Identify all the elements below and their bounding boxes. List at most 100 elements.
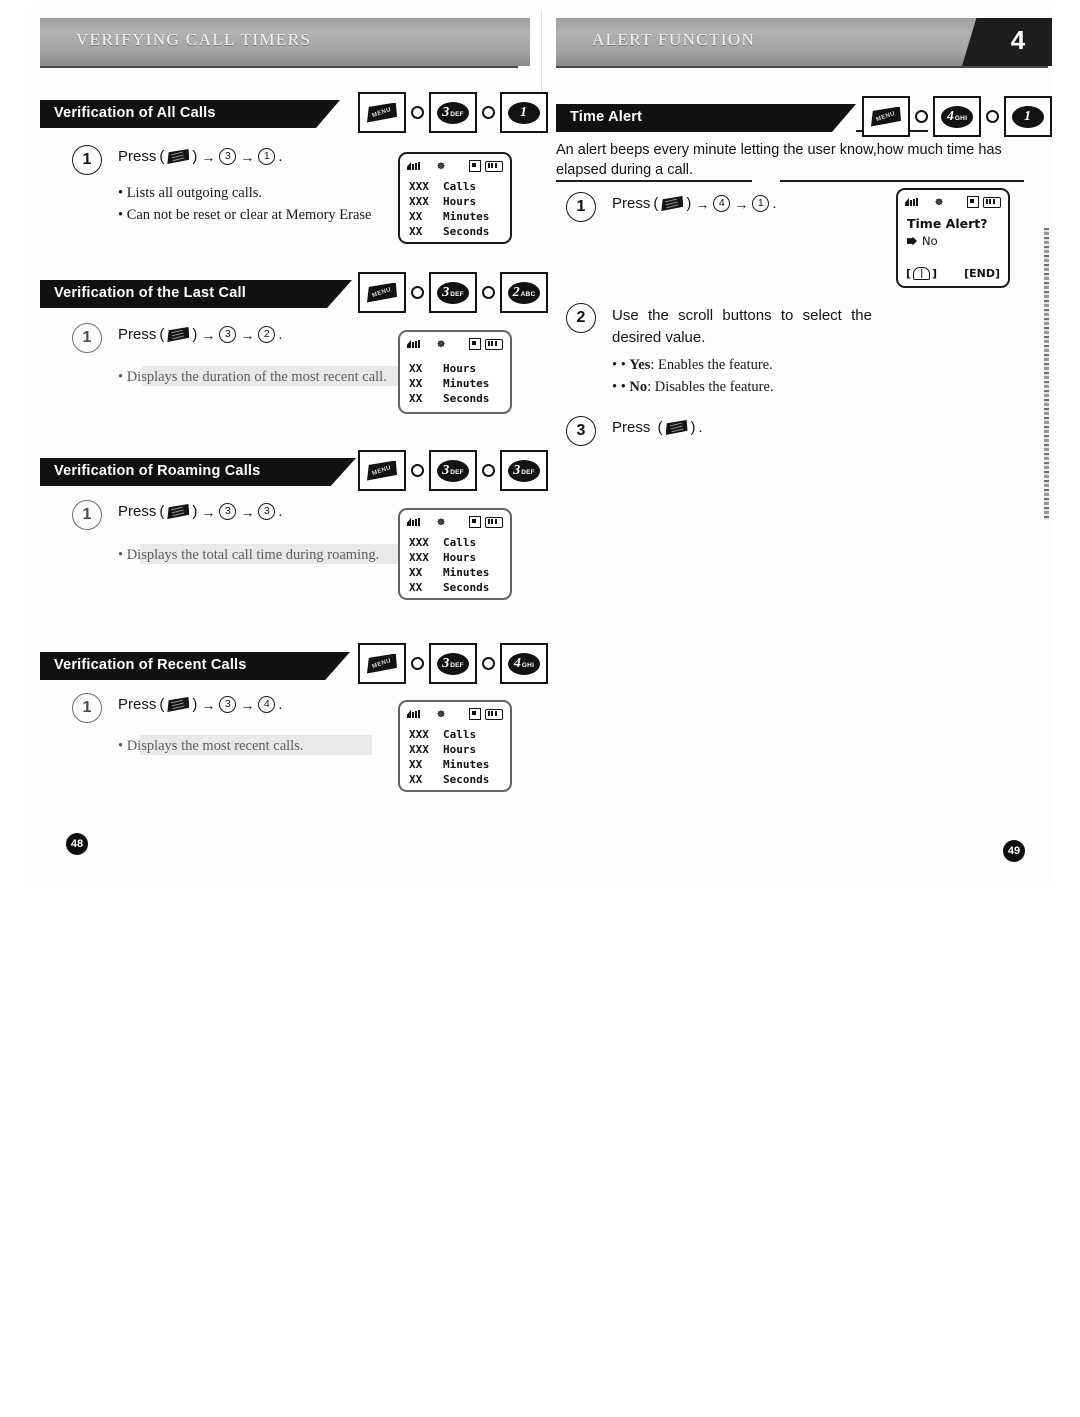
display-row: XXX Calls [409,536,489,551]
digit-key-4[interactable]: 4 GHI [500,643,548,684]
display-status-bar: ☸ [905,196,1001,208]
digit-key-1[interactable]: 1 [1004,96,1052,137]
key-separator-dot [482,464,495,477]
arrow-icon: → [201,148,216,165]
bullet-term: Yes [629,357,651,373]
ok-key-icon [665,420,688,435]
roaming-icon: ☸ [437,516,446,527]
digit-key-3-digit: 3 [442,284,450,300]
battery-icon [485,708,503,720]
sequence-digit-1: 3 [219,326,237,343]
sequence-digit-1: 3 [219,696,237,713]
press-label: Press [612,195,651,212]
period: . [278,503,283,520]
section-title: Time Alert [570,109,643,125]
menu-key[interactable]: MENU [358,92,406,133]
digit-key-4[interactable]: 4 GHI [933,96,981,137]
display-row: XX Minutes [409,566,489,581]
key-separator-dot [411,464,424,477]
display-row: XXX Calls [409,728,489,743]
signal-icon [407,517,420,527]
menu-key-icon: MENU [367,653,397,674]
digit-key-2[interactable]: 2 ABC [500,272,548,313]
key-separator-dot [986,110,999,123]
bullet-term: No [629,379,648,396]
arrow-icon: → [240,696,255,713]
menu-key[interactable]: MENU [358,272,406,313]
digit-key-2-digit: 2 [512,284,520,300]
menu-key-icon: MENU [367,282,397,303]
section-title: Verification of Roaming Calls [54,463,261,479]
section-title: Verification of the Last Call [54,285,246,301]
key-sequence-recent-calls: MENU 3 DEF 4 GHI [358,643,548,684]
bullet-item-yes: • Yes: Enables the feature. [612,354,774,376]
digit-key-4-letters: GHI [521,662,535,669]
digit-key-1[interactable]: 1 [500,92,548,133]
chapter-number: 4 [1010,25,1026,55]
right-head-rule [556,66,1048,68]
key-sequence-last-call: MENU 3 DEF 2 ABC [358,272,548,313]
display-row-label: Calls [443,180,477,193]
menu-key[interactable]: MENU [358,643,406,684]
phone-display-time-alert: ☸ Time Alert? No [ ] [END] [896,188,1010,288]
press-label: Press [612,419,651,436]
battery-icon [485,160,503,172]
display-row: XX Seconds [409,581,489,596]
digit-key-3[interactable]: 3 DEF [429,643,477,684]
message-icon [469,160,481,172]
battery-icon [983,196,1001,208]
battery-icon [485,516,503,528]
signal-icon [407,339,420,349]
display-row: XXX Calls [409,180,489,195]
step-number: 1 [72,693,102,723]
menu-key-label: MENU [371,464,393,477]
display-row: XX Seconds [409,225,489,240]
arrow-icon: → [734,195,749,212]
digit-key-3-digit: 3 [442,462,450,478]
digit-key-3-digit: 3 [513,462,521,478]
signal-icon [407,709,420,719]
menu-key[interactable]: MENU [862,96,910,137]
digit-key-3[interactable]: 3 DEF [429,450,477,491]
key-separator-dot [482,657,495,670]
digit-key-3[interactable]: 3 DEF [429,92,477,133]
display-status-bar: ☸ [407,516,503,528]
sequence-digit-2: 2 [258,326,276,343]
display-row-value: XX [409,209,423,223]
display-row-label: Minutes [443,209,490,223]
page-number-left: 48 [66,833,88,855]
digit-key-3-icon: 3 DEF [437,101,469,124]
menu-key-icon [167,504,190,519]
display-row-value: XXX [409,194,429,208]
display-status-bar: ☸ [407,708,503,720]
step-number: 1 [566,192,596,222]
display-row-label: Minutes [443,757,490,771]
digit-key-3-second[interactable]: 3 DEF [500,450,548,491]
phone-display-all-calls: ☸ XXX Calls XXX Hours XX Minutes XX Seconds [398,152,512,244]
menu-key-label: MENU [371,657,393,670]
sequence-digit-1: 4 [713,195,731,212]
arrow-icon: → [201,326,216,343]
sequence-digit-2: 3 [258,503,276,520]
digit-key-3-digit: 3 [442,104,450,120]
display-row-value: XXX [409,728,429,741]
step-number: 1 [72,500,102,530]
step-2-text: Use the scroll buttons to select the des… [612,307,872,346]
bullet-item: Displays the duration of the most recent… [118,366,387,388]
digit-key-3-icon: 3 DEF [437,652,469,675]
page-number-right: 49 [1003,840,1025,862]
menu-key[interactable]: MENU [358,450,406,491]
arrow-icon: → [201,696,216,713]
digit-key-3[interactable]: 3 DEF [429,272,477,313]
signal-icon [905,197,918,207]
message-icon [469,516,481,528]
phone-display-last-call: ☸ XX Hours XX Minutes XX Seconds [398,330,512,414]
digit-key-4-digit: 4 [946,108,954,124]
left-running-head-bar: VERIFYING CALL TIMERS [40,18,530,66]
message-icon [469,338,481,350]
scanned-page-spread: VERIFYING CALL TIMERS Verification of Al… [0,0,1080,1417]
arrow-icon: → [240,326,255,343]
bullet-item: Can not be reset or clear at Memory Eras… [118,204,372,226]
press-label: Press [118,326,157,343]
period: . [772,195,777,212]
